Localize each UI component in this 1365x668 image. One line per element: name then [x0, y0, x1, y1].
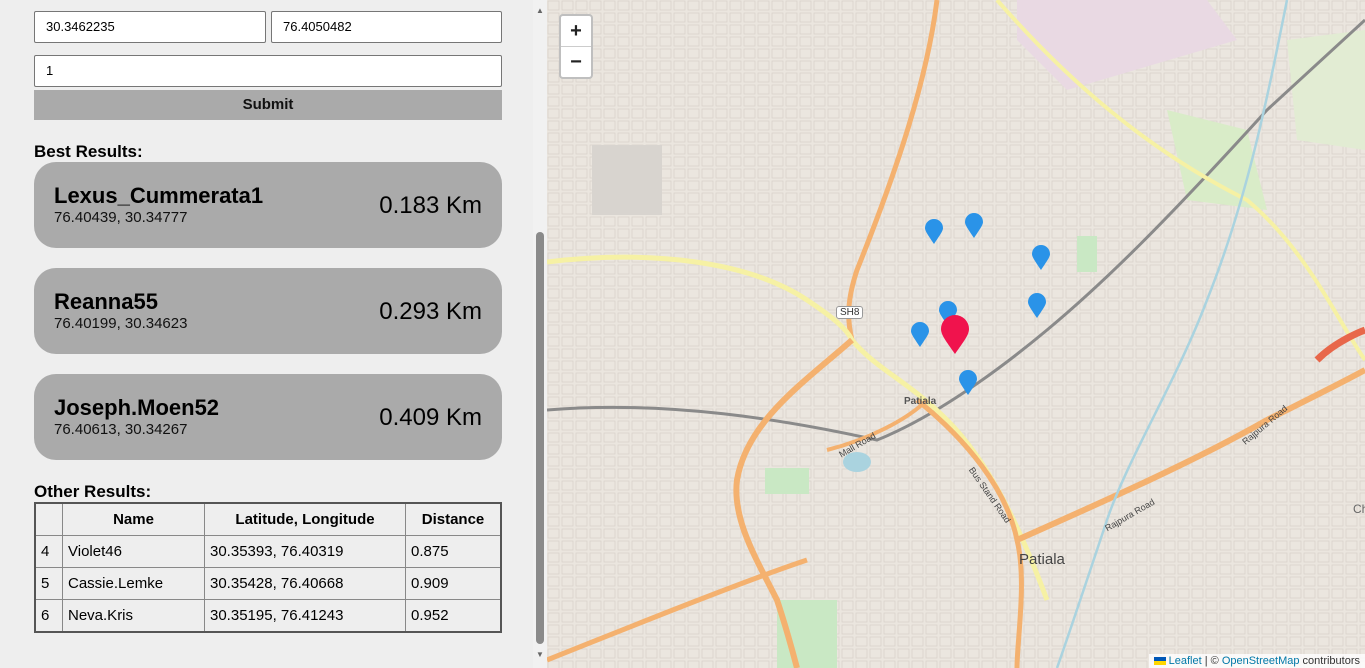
map-marker-icon[interactable]: [924, 219, 944, 245]
result-card[interactable]: Joseph.Moen52 76.40613, 30.34267 0.409 K…: [34, 374, 502, 460]
result-coords: 76.40439, 30.34777: [54, 209, 188, 226]
result-distance: 0.183 Km: [379, 192, 482, 219]
scroll-up-arrow-icon[interactable]: ▲: [536, 6, 544, 15]
map-marker-icon[interactable]: [964, 213, 984, 239]
city-label: Patiala: [1019, 551, 1065, 568]
map-marker-icon[interactable]: [1031, 245, 1051, 271]
zoom-control: + −: [559, 14, 593, 79]
scroll-down-arrow-icon[interactable]: ▼: [536, 650, 544, 659]
zoom-out-button[interactable]: −: [561, 46, 591, 77]
table-row: 4 Violet46 30.35393, 76.40319 0.875: [34, 535, 502, 568]
row-rank: 4: [34, 535, 63, 568]
row-rank: 5: [34, 567, 63, 600]
column-header-name: Name: [62, 502, 205, 536]
result-name: Reanna55: [54, 289, 158, 314]
count-input[interactable]: 1: [34, 55, 502, 87]
row-distance: 0.909: [405, 567, 502, 600]
attribution-separator: | ©: [1201, 655, 1222, 667]
row-rank: 6: [34, 599, 63, 633]
zoom-in-button[interactable]: +: [561, 16, 591, 46]
row-coords: 30.35428, 76.40668: [204, 567, 406, 600]
row-coords: 30.35393, 76.40319: [204, 535, 406, 568]
map-marker-icon[interactable]: [958, 370, 978, 396]
result-name: Joseph.Moen52: [54, 395, 220, 420]
table-header-row: Name Latitude, Longitude Distance: [34, 502, 502, 536]
result-name: Lexus_Cummerata1: [54, 183, 264, 208]
other-results-heading: Other Results:: [34, 482, 152, 501]
result-coords: 76.40613, 30.34267: [54, 421, 188, 438]
table-row: 5 Cassie.Lemke 30.35428, 76.40668 0.909: [34, 567, 502, 600]
best-results-heading: Best Results:: [34, 142, 143, 161]
search-panel: 30.3462235 76.4050482 1 Submit Best Resu…: [0, 0, 533, 668]
row-distance: 0.952: [405, 599, 502, 633]
panel-scrollbar[interactable]: ▲ ▼: [533, 0, 547, 668]
map-marker-icon[interactable]: [1027, 293, 1047, 319]
other-results-table: Name Latitude, Longitude Distance 4 Viol…: [34, 502, 502, 633]
latitude-input[interactable]: 30.3462235: [34, 11, 266, 43]
column-header-rank: [34, 502, 63, 536]
table-row: 6 Neva.Kris 30.35195, 76.41243 0.952: [34, 599, 502, 633]
row-name: Cassie.Lemke: [62, 567, 205, 600]
map-view[interactable]: SH8 Patiala Mall Road Bus Stand Road Raj…: [547, 0, 1365, 668]
row-name: Violet46: [62, 535, 205, 568]
column-header-coords: Latitude, Longitude: [204, 502, 406, 536]
openstreetmap-link[interactable]: OpenStreetMap: [1222, 655, 1300, 667]
result-card[interactable]: Reanna55 76.40199, 30.34623 0.293 Km: [34, 268, 502, 354]
attribution-contributors: contributors: [1299, 655, 1360, 667]
map-marker-icon[interactable]: [910, 322, 930, 348]
map-place-label: Cha: [1353, 502, 1365, 516]
leaflet-link[interactable]: Leaflet: [1169, 655, 1202, 667]
station-label: Patiala: [904, 396, 937, 407]
result-coords: 76.40199, 30.34623: [54, 315, 188, 332]
selected-location-marker-icon[interactable]: [940, 315, 970, 355]
sh8-road-label: SH8: [836, 306, 864, 319]
map-attribution: Leaflet | © OpenStreetMap contributors: [1148, 654, 1365, 668]
row-distance: 0.875: [405, 535, 502, 568]
ukraine-flag-icon: [1153, 657, 1166, 666]
result-distance: 0.293 Km: [379, 298, 482, 325]
row-coords: 30.35195, 76.41243: [204, 599, 406, 633]
result-card[interactable]: Lexus_Cummerata1 76.40439, 30.34777 0.18…: [34, 162, 502, 248]
longitude-input[interactable]: 76.4050482: [271, 11, 502, 43]
row-name: Neva.Kris: [62, 599, 205, 633]
result-distance: 0.409 Km: [379, 404, 482, 431]
column-header-distance: Distance: [405, 502, 502, 536]
scrollbar-thumb[interactable]: [536, 232, 544, 644]
submit-button[interactable]: Submit: [34, 90, 502, 120]
